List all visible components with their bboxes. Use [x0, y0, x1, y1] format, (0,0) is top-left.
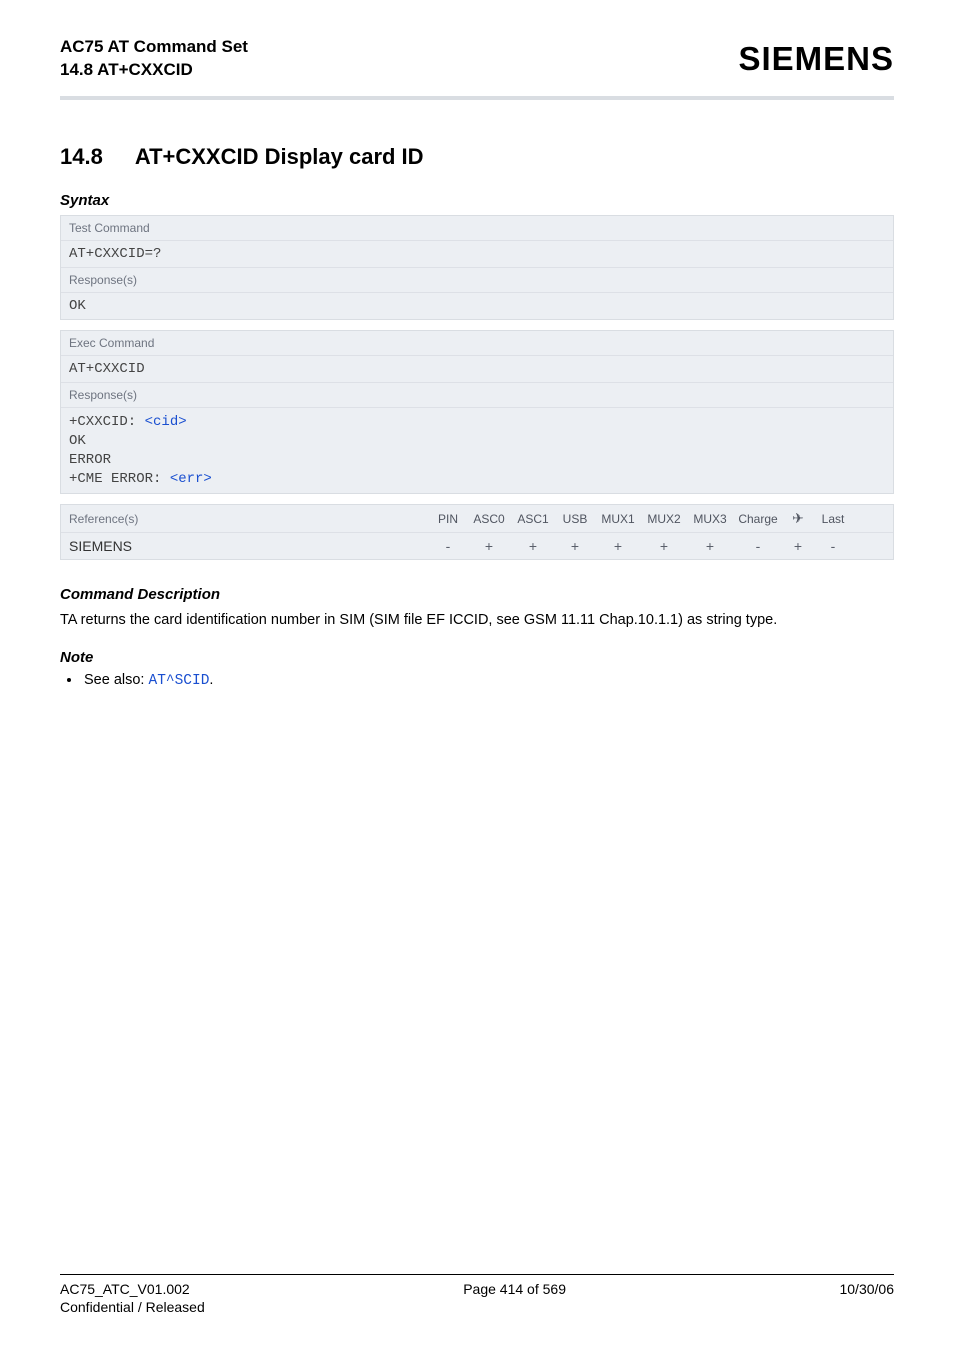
ref-h-asc0: ASC0 — [467, 512, 511, 526]
command-description-heading: Command Description — [60, 586, 894, 603]
exec-resp-line2: OK — [69, 432, 885, 451]
ref-v-last: - — [813, 538, 853, 554]
note-list: See also: AT^SCID. — [60, 672, 894, 689]
exec-command-block: Exec Command AT+CXXCID Response(s) +CXXC… — [60, 330, 894, 495]
ref-v-air: + — [783, 538, 813, 554]
test-command-block: Test Command AT+CXXCID=? Response(s) OK — [60, 215, 894, 320]
exec-resp-line3: ERROR — [69, 451, 885, 470]
brand-logo: SIEMENS — [738, 40, 894, 78]
ref-h-last: Last — [813, 512, 853, 526]
exec-responses-header: Response(s) — [61, 383, 893, 408]
section-number: 14.8 — [60, 144, 103, 170]
command-description-body: TA returns the card identification numbe… — [60, 611, 894, 631]
ref-h-mux2: MUX2 — [641, 512, 687, 526]
exec-resp-err-param[interactable]: <err> — [170, 471, 212, 487]
footer-confidentiality: Confidential / Released — [60, 1299, 205, 1315]
ref-v-asc0: + — [467, 538, 511, 554]
exec-command-header: Exec Command — [61, 331, 893, 356]
test-command-header: Test Command — [61, 216, 893, 241]
ref-h-asc1: ASC1 — [511, 512, 555, 526]
page-footer: AC75_ATC_V01.002 Page 414 of 569 10/30/0… — [60, 1274, 894, 1315]
ref-h-pin: PIN — [429, 512, 467, 526]
ref-h-mux1: MUX1 — [595, 512, 641, 526]
test-command-cmd: AT+CXXCID=? — [61, 241, 893, 268]
ref-v-usb: + — [555, 538, 595, 554]
note-suffix: . — [209, 672, 213, 688]
ref-h-mux3: MUX3 — [687, 512, 733, 526]
footer-date: 10/30/06 — [839, 1281, 894, 1297]
footer-doc-id: AC75_ATC_V01.002 — [60, 1281, 190, 1297]
ref-v-mux3: + — [687, 538, 733, 554]
section-title: AT+CXXCID Display card ID — [135, 144, 424, 170]
footer-row-2: Confidential / Released — [60, 1299, 894, 1315]
ref-h-usb: USB — [555, 512, 595, 526]
ref-source: SIEMENS — [69, 538, 429, 554]
note-prefix: See also: — [84, 672, 149, 688]
doc-title-line1: AC75 AT Command Set — [60, 36, 248, 59]
footer-row-1: AC75_ATC_V01.002 Page 414 of 569 10/30/0… — [60, 1281, 894, 1297]
header-rule — [60, 96, 894, 100]
exec-resp-line1-prefix: +CXXCID: — [69, 414, 145, 430]
doc-title-line2: 14.8 AT+CXXCID — [60, 59, 248, 82]
references-label: Reference(s) — [69, 512, 429, 526]
reference-table: Reference(s) PIN ASC0 ASC1 USB MUX1 MUX2… — [60, 504, 894, 560]
ref-v-asc1: + — [511, 538, 555, 554]
syntax-label: Syntax — [60, 192, 894, 209]
note-link-atscid[interactable]: AT^SCID — [149, 673, 210, 689]
test-response-ok: OK — [61, 293, 893, 319]
footer-page-number: Page 414 of 569 — [463, 1281, 566, 1297]
exec-command-cmd: AT+CXXCID — [61, 356, 893, 383]
ref-v-mux2: + — [641, 538, 687, 554]
exec-responses-body: +CXXCID: <cid> OK ERROR +CME ERROR: <err… — [61, 408, 893, 494]
ref-v-pin: - — [429, 538, 467, 554]
airplane-icon: ✈ — [783, 510, 813, 527]
note-heading: Note — [60, 649, 894, 666]
note-item: See also: AT^SCID. — [82, 672, 894, 689]
ref-v-charge: - — [733, 538, 783, 554]
page-header: AC75 AT Command Set 14.8 AT+CXXCID SIEME… — [60, 36, 894, 82]
section-heading: 14.8 AT+CXXCID Display card ID — [60, 144, 894, 170]
reference-header-row: Reference(s) PIN ASC0 ASC1 USB MUX1 MUX2… — [61, 505, 893, 533]
exec-resp-line1: +CXXCID: <cid> — [69, 413, 885, 432]
footer-rule — [60, 1274, 894, 1275]
reference-value-row: SIEMENS - + + + + + + - + - — [61, 533, 893, 559]
ref-h-charge: Charge — [733, 512, 783, 526]
ref-v-mux1: + — [595, 538, 641, 554]
exec-resp-cid-param[interactable]: <cid> — [145, 414, 187, 430]
test-responses-header: Response(s) — [61, 268, 893, 293]
ref-header-cells: PIN ASC0 ASC1 USB MUX1 MUX2 MUX3 Charge … — [429, 510, 885, 527]
exec-resp-line4-prefix: +CME ERROR: — [69, 471, 170, 487]
doc-title-block: AC75 AT Command Set 14.8 AT+CXXCID — [60, 36, 248, 82]
exec-resp-line4: +CME ERROR: <err> — [69, 470, 885, 489]
ref-value-cells: - + + + + + + - + - — [429, 538, 885, 554]
